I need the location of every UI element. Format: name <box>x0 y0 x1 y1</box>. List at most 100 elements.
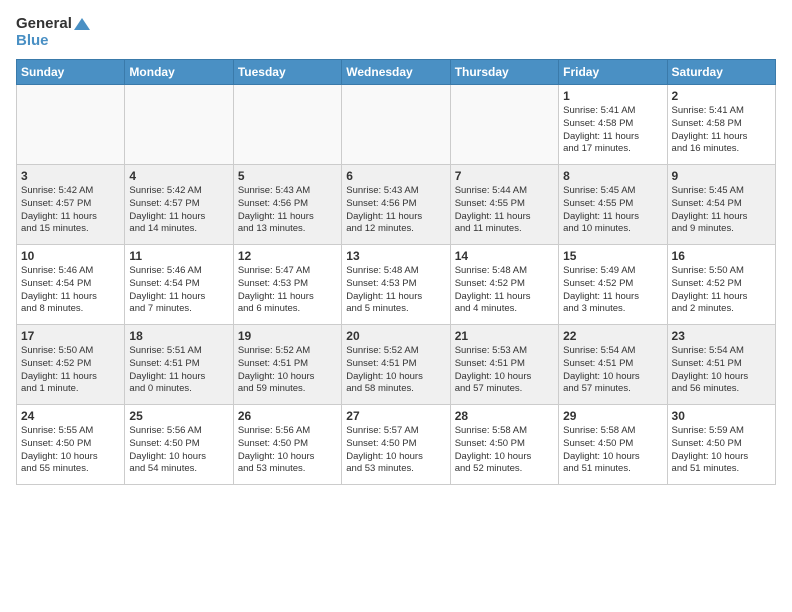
calendar-cell: 2Sunrise: 5:41 AMSunset: 4:58 PMDaylight… <box>667 85 775 165</box>
calendar-cell: 11 Sunrise: 5:46 AMSunset: 4:54 PMDayligh… <box>125 245 233 325</box>
calendar-cell: 20 Sunrise: 5:52 AMSunset: 4:51 PMDayligh… <box>342 325 450 405</box>
weekday-header-cell: Saturday <box>667 60 775 85</box>
day-info: Sunrise: 5:42 AMSunset: 4:57 PMDaylight:… <box>21 185 120 236</box>
day-number: 1 <box>563 89 662 103</box>
day-number: 14 <box>455 249 554 263</box>
day-number: 24 <box>21 409 120 423</box>
day-info: Sunrise: 5:46 AMSunset: 4:54 PMDaylight:… <box>129 265 228 316</box>
day-info: Sunrise: 5:43 AMSunset: 4:56 PMDaylight:… <box>346 185 445 236</box>
calendar-cell: 1 Sunrise: 5:41 AMSunset: 4:58 PMDaylight… <box>559 85 667 165</box>
day-info: Sunrise: 5:56 AMSunset: 4:50 PMDaylight:… <box>129 425 228 476</box>
day-number: 7 <box>455 169 554 183</box>
day-number: 23 <box>672 329 771 343</box>
calendar-cell <box>342 85 450 165</box>
weekday-header-cell: Thursday <box>450 60 558 85</box>
day-number: 6 <box>346 169 445 183</box>
calendar-cell <box>17 85 125 165</box>
calendar-cell <box>233 85 341 165</box>
calendar-cell: 7 Sunrise: 5:44 AMSunset: 4:55 PMDaylight… <box>450 165 558 245</box>
weekday-header-cell: Monday <box>125 60 233 85</box>
calendar-cell: 13 Sunrise: 5:48 AMSunset: 4:53 PMDayligh… <box>342 245 450 325</box>
day-info: Sunrise: 5:53 AMSunset: 4:51 PMDaylight:… <box>455 345 554 396</box>
calendar-week-row: 17Sunrise: 5:50 AMSunset: 4:52 PMDayligh… <box>17 325 776 405</box>
calendar-cell <box>125 85 233 165</box>
day-info: Sunrise: 5:46 AMSunset: 4:54 PMDaylight:… <box>21 265 120 316</box>
day-info: Sunrise: 5:55 AMSunset: 4:50 PMDaylight:… <box>21 425 120 476</box>
calendar-cell: 27 Sunrise: 5:57 AMSunset: 4:50 PMDayligh… <box>342 405 450 485</box>
day-number: 22 <box>563 329 662 343</box>
calendar-cell: 16Sunrise: 5:50 AMSunset: 4:52 PMDayligh… <box>667 245 775 325</box>
day-info: Sunrise: 5:47 AMSunset: 4:53 PMDaylight:… <box>238 265 337 316</box>
day-info: Sunrise: 5:49 AMSunset: 4:52 PMDaylight:… <box>563 265 662 316</box>
calendar-week-row: 10 Sunrise: 5:46 AMSunset: 4:54 PMDayligh… <box>17 245 776 325</box>
day-number: 25 <box>129 409 228 423</box>
calendar-cell: 15 Sunrise: 5:49 AMSunset: 4:52 PMDayligh… <box>559 245 667 325</box>
day-number: 13 <box>346 249 445 263</box>
day-number: 16 <box>672 249 771 263</box>
day-info: Sunrise: 5:48 AMSunset: 4:52 PMDaylight:… <box>455 265 554 316</box>
day-info: Sunrise: 5:59 AMSunset: 4:50 PMDaylight:… <box>672 425 771 476</box>
day-info: Sunrise: 5:54 AMSunset: 4:51 PMDaylight:… <box>672 345 771 396</box>
calendar-cell: 4Sunrise: 5:42 AMSunset: 4:57 PMDaylight… <box>125 165 233 245</box>
calendar-cell: 21Sunrise: 5:53 AMSunset: 4:51 PMDayligh… <box>450 325 558 405</box>
day-number: 9 <box>672 169 771 183</box>
day-number: 8 <box>563 169 662 183</box>
day-info: Sunrise: 5:48 AMSunset: 4:53 PMDaylight:… <box>346 265 445 316</box>
calendar-cell: 25 Sunrise: 5:56 AMSunset: 4:50 PMDayligh… <box>125 405 233 485</box>
calendar-cell: 28 Sunrise: 5:58 AMSunset: 4:50 PMDayligh… <box>450 405 558 485</box>
day-number: 15 <box>563 249 662 263</box>
day-info: Sunrise: 5:41 AMSunset: 4:58 PMDaylight:… <box>672 105 771 156</box>
calendar-week-row: 1 Sunrise: 5:41 AMSunset: 4:58 PMDaylight… <box>17 85 776 165</box>
weekday-header-cell: Sunday <box>17 60 125 85</box>
calendar-body: 1 Sunrise: 5:41 AMSunset: 4:58 PMDaylight… <box>17 85 776 485</box>
calendar-cell: 17Sunrise: 5:50 AMSunset: 4:52 PMDayligh… <box>17 325 125 405</box>
day-number: 10 <box>21 249 120 263</box>
calendar-cell: 12 Sunrise: 5:47 AMSunset: 4:53 PMDayligh… <box>233 245 341 325</box>
day-number: 28 <box>455 409 554 423</box>
calendar-cell: 3 Sunrise: 5:42 AMSunset: 4:57 PMDaylight… <box>17 165 125 245</box>
day-info: Sunrise: 5:58 AMSunset: 4:50 PMDaylight:… <box>455 425 554 476</box>
day-number: 11 <box>129 249 228 263</box>
calendar-cell: 9 Sunrise: 5:45 AMSunset: 4:54 PMDaylight… <box>667 165 775 245</box>
day-info: Sunrise: 5:44 AMSunset: 4:55 PMDaylight:… <box>455 185 554 236</box>
day-info: Sunrise: 5:56 AMSunset: 4:50 PMDaylight:… <box>238 425 337 476</box>
weekday-header-cell: Friday <box>559 60 667 85</box>
calendar-week-row: 24 Sunrise: 5:55 AMSunset: 4:50 PMDayligh… <box>17 405 776 485</box>
calendar-cell: 6 Sunrise: 5:43 AMSunset: 4:56 PMDaylight… <box>342 165 450 245</box>
day-info: Sunrise: 5:45 AMSunset: 4:54 PMDaylight:… <box>672 185 771 236</box>
day-number: 17 <box>21 329 120 343</box>
day-info: Sunrise: 5:57 AMSunset: 4:50 PMDaylight:… <box>346 425 445 476</box>
day-info: Sunrise: 5:52 AMSunset: 4:51 PMDaylight:… <box>238 345 337 396</box>
day-info: Sunrise: 5:45 AMSunset: 4:55 PMDaylight:… <box>563 185 662 236</box>
logo-blue: Blue <box>16 33 90 50</box>
calendar-week-row: 3 Sunrise: 5:42 AMSunset: 4:57 PMDaylight… <box>17 165 776 245</box>
day-number: 29 <box>563 409 662 423</box>
calendar-cell: 26 Sunrise: 5:56 AMSunset: 4:50 PMDayligh… <box>233 405 341 485</box>
calendar-cell: 30Sunrise: 5:59 AMSunset: 4:50 PMDayligh… <box>667 405 775 485</box>
day-number: 18 <box>129 329 228 343</box>
weekday-header-cell: Wednesday <box>342 60 450 85</box>
day-info: Sunrise: 5:52 AMSunset: 4:51 PMDaylight:… <box>346 345 445 396</box>
day-info: Sunrise: 5:41 AMSunset: 4:58 PMDaylight:… <box>563 105 662 156</box>
logo-general: General <box>16 16 90 33</box>
day-number: 3 <box>21 169 120 183</box>
day-info: Sunrise: 5:43 AMSunset: 4:56 PMDaylight:… <box>238 185 337 236</box>
logo: General Blue <box>16 16 90 49</box>
calendar-cell: 22 Sunrise: 5:54 AMSunset: 4:51 PMDayligh… <box>559 325 667 405</box>
day-number: 26 <box>238 409 337 423</box>
calendar-cell: 19 Sunrise: 5:52 AMSunset: 4:51 PMDayligh… <box>233 325 341 405</box>
calendar-cell: 18 Sunrise: 5:51 AMSunset: 4:51 PMDayligh… <box>125 325 233 405</box>
day-info: Sunrise: 5:58 AMSunset: 4:50 PMDaylight:… <box>563 425 662 476</box>
calendar-table: SundayMondayTuesdayWednesdayThursdayFrid… <box>16 59 776 485</box>
calendar-cell: 14 Sunrise: 5:48 AMSunset: 4:52 PMDayligh… <box>450 245 558 325</box>
day-info: Sunrise: 5:42 AMSunset: 4:57 PMDaylight:… <box>129 185 228 236</box>
day-number: 19 <box>238 329 337 343</box>
day-info: Sunrise: 5:54 AMSunset: 4:51 PMDaylight:… <box>563 345 662 396</box>
day-info: Sunrise: 5:51 AMSunset: 4:51 PMDaylight:… <box>129 345 228 396</box>
day-number: 27 <box>346 409 445 423</box>
page-header: General Blue <box>16 16 776 49</box>
calendar-cell: 5Sunrise: 5:43 AMSunset: 4:56 PMDaylight… <box>233 165 341 245</box>
calendar-cell: 23 Sunrise: 5:54 AMSunset: 4:51 PMDayligh… <box>667 325 775 405</box>
day-number: 20 <box>346 329 445 343</box>
day-number: 12 <box>238 249 337 263</box>
